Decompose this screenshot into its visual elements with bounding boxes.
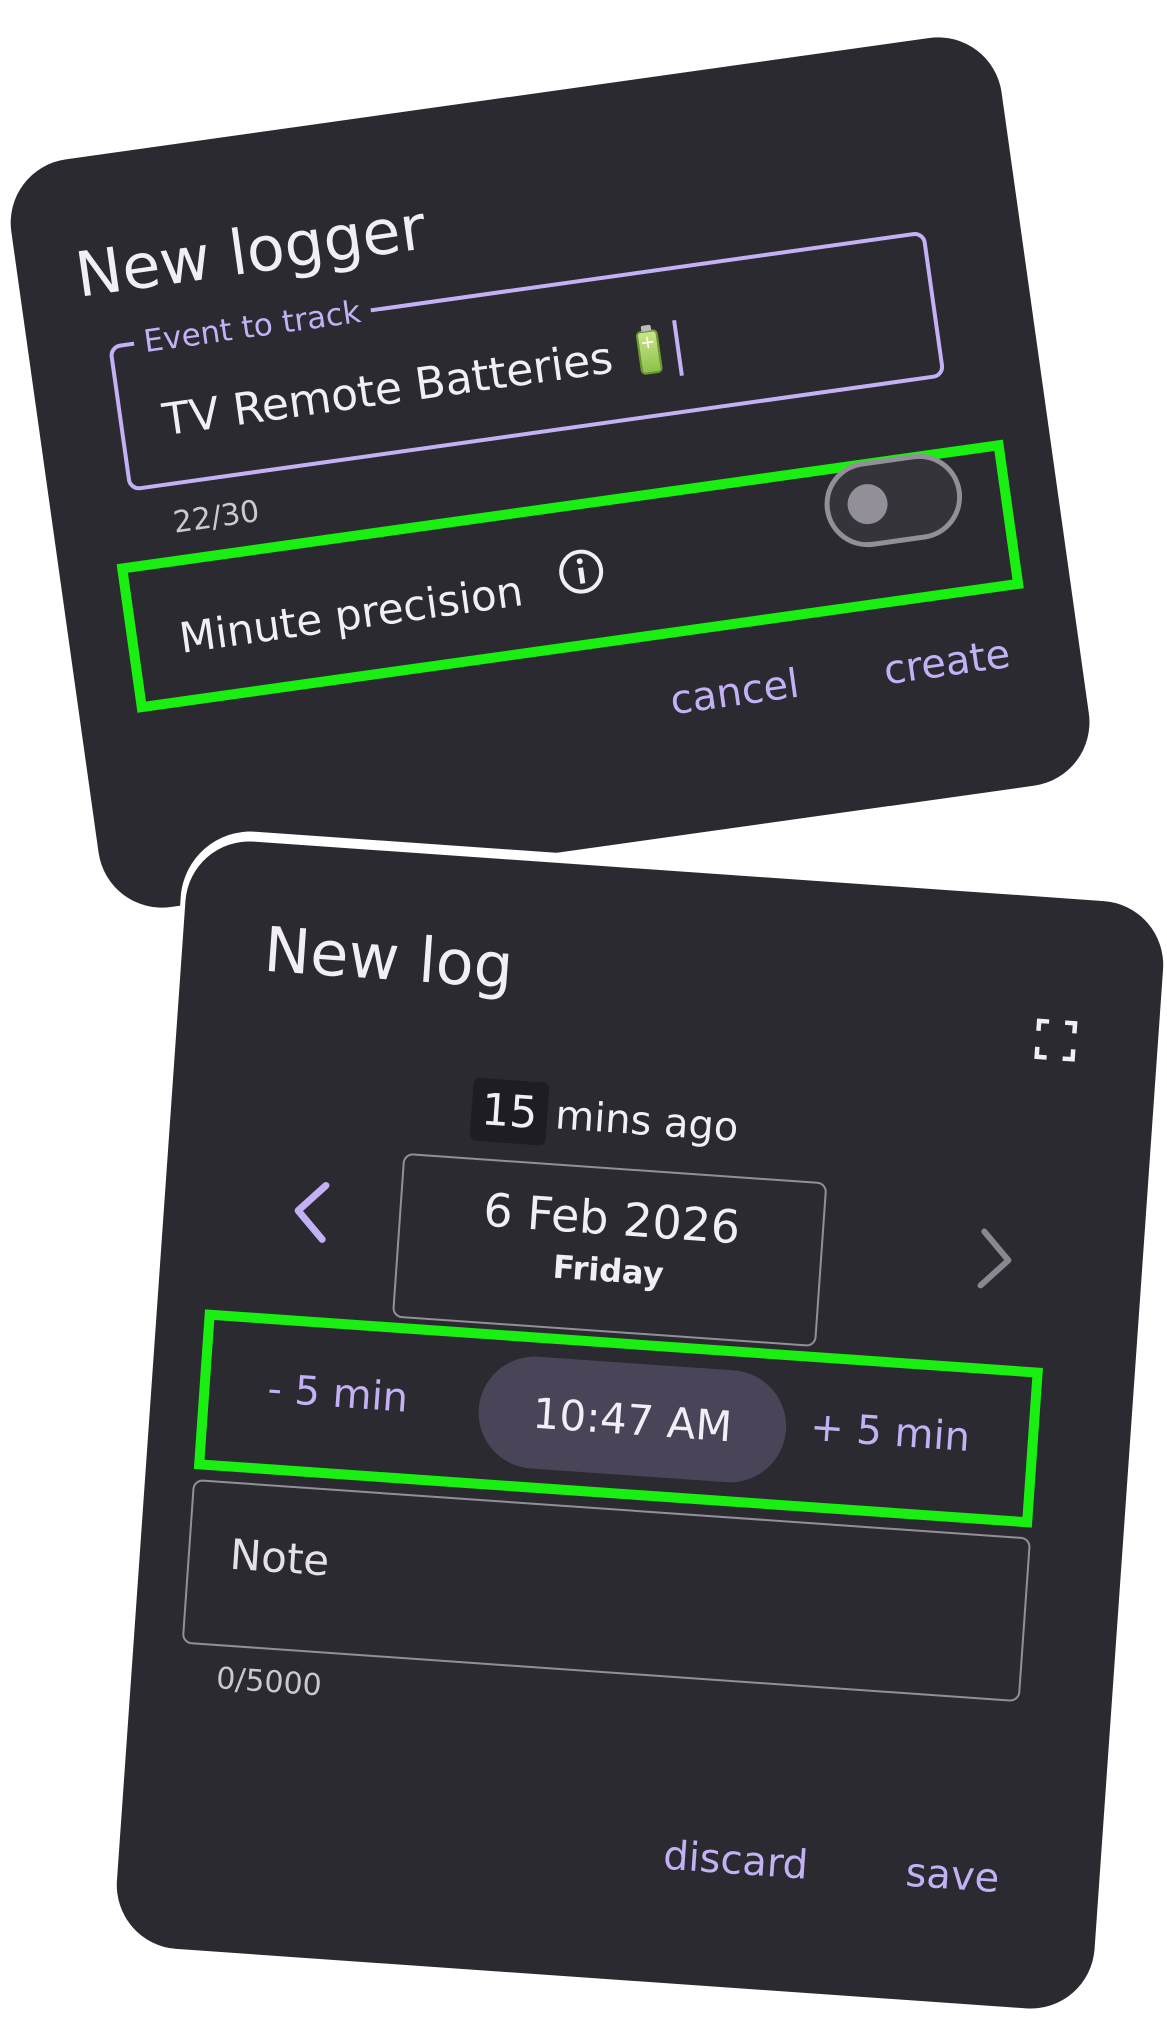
battery-icon: [635, 328, 663, 376]
screenshot-stage: New logger Event to track TV Remote Batt…: [0, 0, 1167, 2044]
dialog-title: New log: [261, 912, 516, 1003]
toggle-knob: [844, 481, 891, 527]
mins-ago-number[interactable]: 15: [469, 1077, 550, 1146]
cancel-button[interactable]: cancel: [667, 661, 802, 725]
minute-precision-toggle[interactable]: [818, 448, 968, 553]
fullscreen-icon[interactable]: [1032, 1017, 1079, 1064]
new-logger-dialog: New logger Event to track TV Remote Batt…: [2, 29, 1098, 916]
event-char-counter: 22/30: [171, 494, 262, 541]
date-selector[interactable]: 6 Feb 2026 Friday: [391, 1152, 828, 1348]
time-picker-button[interactable]: 10:47 AM: [474, 1352, 790, 1487]
chevron-left-icon[interactable]: [282, 1175, 343, 1249]
create-button[interactable]: create: [881, 631, 1013, 694]
minus-5-min-button[interactable]: - 5 min: [266, 1366, 410, 1422]
dialog-title: New logger: [70, 190, 431, 312]
mins-ago-text: mins ago: [553, 1091, 740, 1151]
event-field-text: TV Remote Batteries: [159, 331, 616, 446]
chevron-right-icon[interactable]: [964, 1222, 1025, 1296]
plus-5-min-button[interactable]: + 5 min: [809, 1404, 972, 1461]
new-log-dialog: New log 15 mins ago 6 Feb 2026 Friday - …: [112, 837, 1167, 2013]
info-icon[interactable]: [554, 545, 608, 599]
note-char-counter: 0/5000: [215, 1661, 323, 1704]
text-cursor: [671, 320, 684, 377]
mins-ago-indicator: 15 mins ago: [469, 1077, 740, 1159]
logger-actions: cancel create: [667, 631, 1013, 724]
log-actions: discard save: [662, 1833, 1001, 1902]
note-placeholder: Note: [228, 1529, 331, 1586]
discard-button[interactable]: discard: [662, 1833, 810, 1889]
minute-precision-label: Minute precision: [176, 566, 526, 663]
save-button[interactable]: save: [904, 1850, 1001, 1902]
event-field-label: Event to track: [131, 292, 373, 362]
